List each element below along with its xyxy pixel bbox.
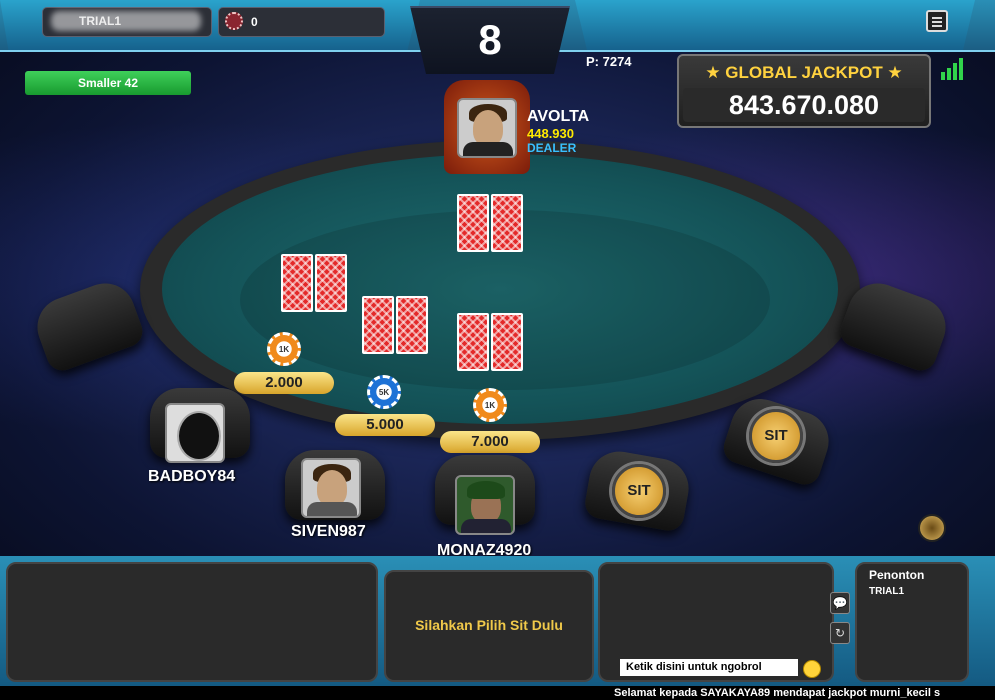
poker-chip-icon	[225, 12, 243, 30]
username: TRIAL1	[79, 14, 121, 28]
chat-input[interactable]: Ketik disini untuk ngobrol	[620, 659, 798, 676]
p-label: P: 7274	[586, 54, 632, 69]
player2-avatar	[301, 458, 361, 518]
dealer-avatar	[457, 98, 517, 158]
player1-card-2	[315, 254, 347, 312]
bet-chip-3: 1K	[473, 388, 507, 422]
player1-card-1	[281, 254, 313, 312]
dealer-card-2	[491, 194, 523, 252]
player2-card-1	[362, 296, 394, 354]
chat-bubble-icon[interactable]: 💬	[830, 592, 850, 614]
message-panel: Silahkan Pilih Sit Dulu	[384, 570, 594, 682]
bet-chip-2: 5K	[367, 375, 401, 409]
dealer-role-label: DEALER	[527, 141, 577, 155]
dealer-card-1	[457, 194, 489, 252]
menu-icon[interactable]	[926, 10, 948, 32]
sit-button-2[interactable]: SIT	[749, 409, 803, 463]
jackpot-ticker: Selamat kepada SAYAKAYA89 mendapat jackp…	[0, 686, 995, 700]
turn-counter: 8	[410, 6, 570, 74]
jackpot-title: ★ GLOBAL JACKPOT ★	[705, 63, 903, 82]
player3-card-2	[491, 313, 523, 371]
username-blur	[51, 11, 201, 31]
center-message: Silahkan Pilih Sit Dulu	[415, 617, 563, 633]
player2-card-2	[396, 296, 428, 354]
smaller-status-button[interactable]: Smaller 42	[25, 71, 191, 95]
global-jackpot-panel: ★ GLOBAL JACKPOT ★ 843.670.080	[677, 54, 931, 128]
history-icon[interactable]: ↻	[830, 622, 850, 644]
chip-balance: 0	[251, 15, 258, 29]
spectators-title: Penonton	[869, 568, 925, 582]
chip-balance-box[interactable]: 0	[218, 7, 385, 37]
sit-button-1[interactable]: SIT	[612, 464, 666, 518]
user-info-box[interactable]: TRIAL1	[42, 7, 212, 37]
speaker-icon[interactable]	[918, 514, 946, 542]
top-bar-right	[575, 0, 975, 50]
player3-card-1	[457, 313, 489, 371]
player-seat-siven987[interactable]	[285, 440, 385, 520]
action-panel	[6, 562, 378, 682]
emoji-icon[interactable]	[803, 660, 821, 678]
dealer-name: AVOLTA	[527, 108, 590, 125]
bet-amount-2: 5.000	[335, 414, 435, 436]
ticker-text: Selamat kepada SAYAKAYA89 mendapat jackp…	[614, 687, 941, 699]
player-name-1: BADBOY84	[148, 468, 236, 485]
bet-chip-1: 1K	[267, 332, 301, 366]
player-name-2: SIVEN987	[291, 523, 366, 540]
signal-strength-icon	[941, 56, 967, 80]
player3-avatar	[455, 475, 515, 535]
player-seat-monaz4920[interactable]	[435, 455, 535, 545]
dealer-chips: 448.930	[527, 126, 574, 141]
spectator-item: TRIAL1	[869, 586, 904, 597]
player1-avatar	[165, 403, 225, 463]
jackpot-value: 843.670.080	[683, 88, 925, 122]
spectators-panel: Penonton TRIAL1	[855, 562, 969, 682]
bet-amount-3: 7.000	[440, 431, 540, 453]
turn-counter-value: 8	[478, 16, 502, 63]
player-seat-badboy84[interactable]	[150, 378, 250, 463]
